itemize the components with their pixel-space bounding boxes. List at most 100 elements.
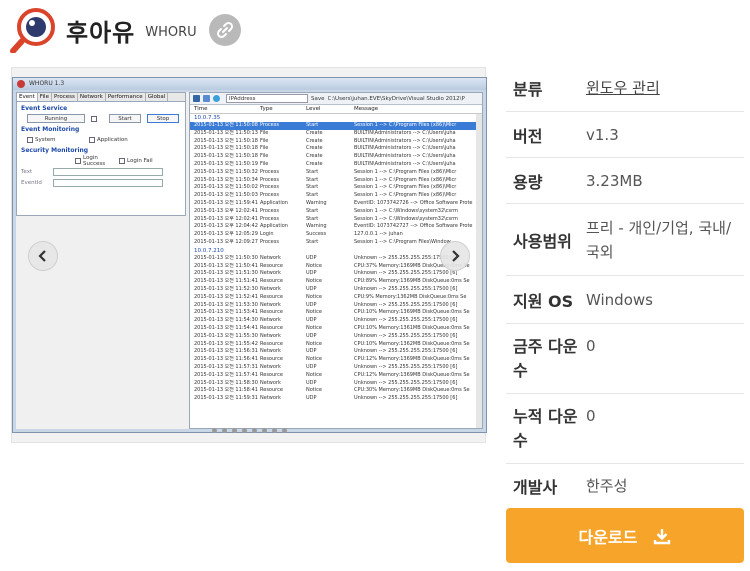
developer-label: 개발사 — [513, 478, 558, 497]
version-label: 버전 — [513, 126, 543, 146]
size-value: 3.23MB — [586, 171, 643, 190]
log-row: 2015-01-13 오후 12:04:42 Application Warning… — [190, 223, 482, 231]
system-label: System — [35, 136, 56, 143]
log-cell: Notice — [306, 356, 322, 363]
log-cell: Resource — [260, 371, 283, 378]
log-cell: BUILTIN\Administrators --> C:\Users\juha — [354, 153, 456, 160]
log-cell: Unknown --> 255.255.255.255:17500 [6] — [354, 270, 458, 277]
gallery-dot[interactable] — [272, 428, 277, 433]
login-success-checkbox — [75, 157, 81, 164]
info-row-weekly-downloads: 금주 다운수 0 — [506, 324, 744, 394]
app-screenshot: WHORU 1.3 Event File Process Network Per… — [12, 77, 487, 433]
gallery-dot[interactable] — [232, 428, 237, 433]
log-cell: 2015-01-13 오전 11:50:19 — [194, 160, 258, 167]
gallery-dot[interactable] — [282, 428, 287, 433]
log-cell: 2015-01-13 오전 11:53:41 — [194, 309, 258, 316]
log-row: 2015-01-13 오전 11:50:03 Process Start Sessio… — [190, 192, 482, 200]
log-cell: CPU:12% Memory:1369MB DiskQueue:0ms Se — [354, 371, 470, 378]
log-cell: UDP — [306, 285, 317, 292]
log-cell: 2015-01-13 오전 11:50:41 — [194, 262, 258, 269]
log-cell: Notice — [306, 309, 322, 316]
tab-network: Network — [78, 93, 106, 101]
chevron-left-icon — [38, 250, 46, 262]
gallery-dot[interactable] — [252, 428, 257, 433]
log-cell: EventID: 1073742727 --> Office Software … — [354, 223, 473, 230]
gallery-dots — [212, 428, 287, 433]
log-cell: Unknown --> 255.255.255.255:17500 [6] — [354, 348, 458, 355]
log-cell: 2015-01-13 오후 12:04:42 — [194, 223, 258, 230]
application-checkbox — [89, 136, 95, 143]
log-cell: UDP — [306, 332, 317, 339]
log-cell: Session 1 --> C:\Program Files (x86)\Mic… — [354, 176, 457, 183]
download-button[interactable]: 다운로드 — [506, 508, 744, 563]
gallery-dot[interactable] — [212, 428, 217, 433]
log-cell: Network — [260, 348, 281, 355]
login-fail-label: Login Fail — [127, 157, 153, 164]
group-header: 10.0.7.210 — [194, 247, 224, 254]
size-label: 용량 — [513, 172, 543, 192]
info-row-usage: 사용범위 프리 - 개인/기업, 국내/국외 — [506, 204, 744, 276]
log-cell: 2015-01-13 오전 11:50:13 — [194, 129, 258, 136]
log-cell: 2015-01-13 오후 12:05:29 — [194, 231, 258, 238]
log-cell: 2015-01-13 오전 11:58:41 — [194, 387, 258, 394]
log-cell: Resource — [260, 278, 283, 285]
log-cell: Start — [306, 215, 319, 222]
log-scrollbar — [476, 114, 482, 428]
log-cell: Session 1 --> C:\Windows\system32\csrm — [354, 207, 459, 214]
log-row: 2015-01-13 오전 11:56:31 Network UDP Unknown … — [190, 348, 482, 356]
log-cell: Unknown --> 255.255.255.255:17500 [6] — [354, 363, 458, 370]
log-cell: Unknown --> 255.255.255.255:17500 [6] — [354, 379, 458, 386]
log-cell: Warning — [306, 223, 327, 230]
log-row: 2015-01-13 오전 11:54:30 Network UDP Unknown … — [190, 317, 482, 325]
log-cell: 2015-01-13 오전 11:50:18 — [194, 153, 258, 160]
log-cell: Start — [306, 176, 319, 183]
log-row: 2015-01-13 오전 11:50:30 Network UDP Unknown … — [190, 255, 482, 263]
log-cell: CPU:10% Memory:1362MB DiskQueue:0ms Se — [354, 340, 470, 347]
log-cell: CPU:10% Memory:1361MB DiskQueue:0ms Se — [354, 324, 470, 331]
prev-screenshot-button[interactable] — [28, 241, 58, 271]
log-cell: Network — [260, 254, 281, 261]
log-row: 2015-01-13 오전 11:50:41 Resource Notice CPU:… — [190, 263, 482, 271]
gallery-dot[interactable] — [222, 428, 227, 433]
log-cell: CPU:10% Memory:1369MB DiskQueue:0ms Se — [354, 309, 470, 316]
log-row: 2015-01-13 오전 11:52:41 Resource Notice CPU:… — [190, 294, 482, 302]
log-cell: UDP — [306, 379, 317, 386]
log-cell: Notice — [306, 371, 322, 378]
log-cell: Create — [306, 137, 323, 144]
log-cell: Unknown --> 255.255.255.255:17500 [6] — [354, 285, 458, 292]
gallery-dot[interactable] — [262, 428, 267, 433]
window-body: Event File Process Network Performance G… — [16, 92, 483, 429]
developer-value: 한주성 — [586, 477, 628, 495]
log-cell: 2015-01-13 오전 11:52:41 — [194, 293, 258, 300]
text-field — [53, 167, 163, 176]
log-cell: Resource — [260, 340, 283, 347]
log-cell: 2015-01-13 오전 11:57:31 — [194, 363, 258, 370]
log-cell: Session 1 --> C:\Program Files (x86)\Mic… — [354, 184, 457, 191]
log-row: 2015-01-13 오전 11:55:30 Network UDP Unknown … — [190, 333, 482, 341]
log-row: 2015-01-13 오전 11:51:41 Resource Notice CPU:… — [190, 278, 482, 286]
usage-value: 프리 - 개인/기업, 국내/국외 — [586, 218, 731, 261]
log-cell: 2015-01-13 오전 11:50:34 — [194, 176, 258, 183]
log-cell: Session 1 --> C:\Program Files (x86)\Mic… — [354, 122, 457, 128]
save-disk-icon — [193, 95, 200, 102]
eventid-field — [53, 178, 163, 187]
group-header: 10.0.7.35 — [194, 115, 221, 121]
log-cell: UDP — [306, 254, 317, 261]
log-cell: 2015-01-13 오전 11:57:41 — [194, 371, 258, 378]
column-level: Level — [306, 106, 321, 112]
log-cell: Start — [306, 168, 319, 175]
gallery-dot[interactable] — [242, 428, 247, 433]
log-row: 2015-01-13 오전 11:57:41 Resource Notice CPU:… — [190, 372, 482, 380]
log-cell: UDP — [306, 348, 317, 355]
os-label: 지원 OS — [513, 291, 574, 311]
info-row-category: 분류 윈도우 관리 — [506, 64, 744, 112]
link-icon[interactable] — [208, 14, 241, 46]
total-downloads-label: 누적 다운수 — [513, 406, 578, 450]
log-cell: Start — [306, 207, 319, 214]
log-toolbar: IPAddress Save C:\Users\juhan.EVE\SkyDri… — [190, 93, 482, 105]
next-screenshot-button[interactable] — [440, 241, 470, 271]
category-link[interactable]: 윈도우 관리 — [586, 76, 744, 100]
log-cell: Process — [260, 207, 279, 214]
log-cell: Resource — [260, 387, 283, 394]
log-row: 2015-01-13 오전 11:57:31 Network UDP Unknown … — [190, 364, 482, 372]
